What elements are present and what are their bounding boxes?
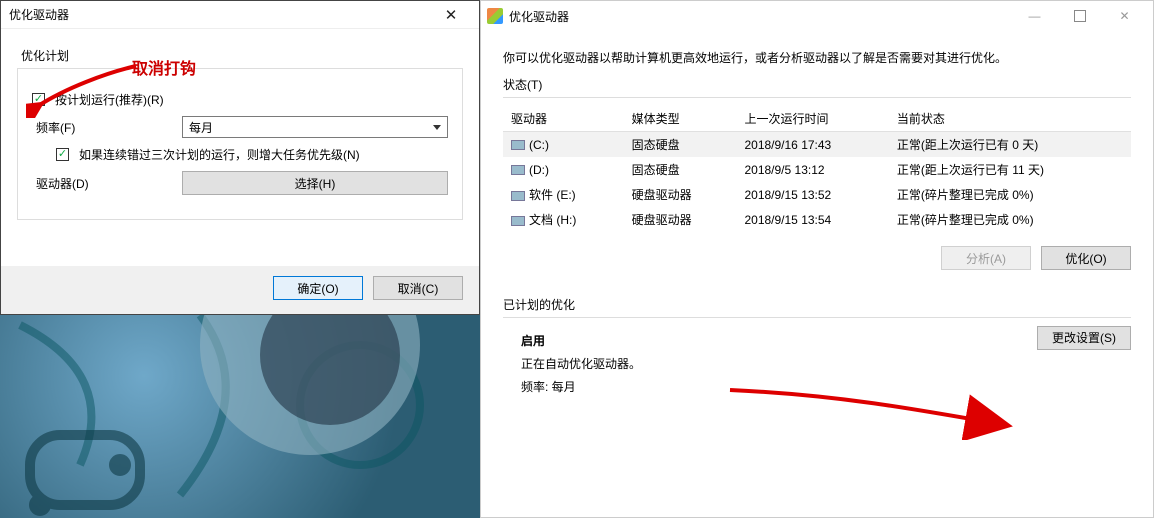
table-row[interactable]: 软件 (E:)硬盘驱动器2018/9/15 13:52正常(碎片整理已完成 0%… xyxy=(503,182,1131,207)
status-cell: 正常(距上次运行已有 0 天) xyxy=(889,132,1131,158)
last-cell: 2018/9/16 17:43 xyxy=(736,132,888,158)
increase-priority-checkbox[interactable] xyxy=(56,148,69,161)
minimize-button[interactable]: — xyxy=(1012,1,1057,31)
optimize-plan-group: 按计划运行(推荐)(R) 频率(F) 每月 如果连续错过三次计划的运行，则增大任… xyxy=(17,68,463,220)
change-settings-button[interactable]: 更改设置(S) xyxy=(1037,326,1131,350)
divider xyxy=(503,97,1131,98)
drive-cell: (D:) xyxy=(503,157,624,182)
cancel-button[interactable]: 取消(C) xyxy=(373,276,463,300)
last-cell: 2018/9/15 13:54 xyxy=(736,207,888,232)
status-cell: 正常(碎片整理已完成 0%) xyxy=(889,182,1131,207)
table-row[interactable]: 文档 (H:)硬盘驱动器2018/9/15 13:54正常(碎片整理已完成 0%… xyxy=(503,207,1131,232)
desktop-background xyxy=(0,315,480,518)
status-cell: 正常(碎片整理已完成 0%) xyxy=(889,207,1131,232)
optimize-plan-group-label: 优化计划 xyxy=(21,47,463,64)
media-cell: 硬盘驱动器 xyxy=(624,182,737,207)
maximize-button[interactable] xyxy=(1057,1,1102,31)
media-cell: 固态硬盘 xyxy=(624,157,737,182)
close-button[interactable]: ✕ xyxy=(1102,1,1147,31)
description-text: 你可以优化驱动器以帮助计算机更高效地运行，或者分析驱动器以了解是否需要对其进行优… xyxy=(481,31,1153,76)
run-on-schedule-checkbox[interactable] xyxy=(32,93,45,106)
media-cell: 硬盘驱动器 xyxy=(624,207,737,232)
divider xyxy=(503,317,1131,318)
frequency-select[interactable]: 每月 xyxy=(182,116,448,138)
sched-enabled-label: 启用 xyxy=(521,330,1113,353)
increase-priority-label[interactable]: 如果连续错过三次计划的运行，则增大任务优先级(N) xyxy=(79,146,360,163)
app-icon xyxy=(487,8,503,24)
table-header-row[interactable]: 驱动器 媒体类型 上一次运行时间 当前状态 xyxy=(503,106,1131,132)
drive-cell: 软件 (E:) xyxy=(503,182,624,207)
drives-label: 驱动器(D) xyxy=(32,175,172,192)
frequency-label: 频率(F) xyxy=(32,119,172,136)
main-window-title: 优化驱动器 xyxy=(509,8,569,25)
chevron-down-icon xyxy=(433,125,441,130)
dialog-close-button[interactable]: ✕ xyxy=(431,6,471,24)
last-cell: 2018/9/5 13:12 xyxy=(736,157,888,182)
status-header: 状态(T) xyxy=(481,76,1153,97)
choose-drives-button[interactable]: 选择(H) xyxy=(182,171,448,195)
sched-status-line1: 正在自动优化驱动器。 xyxy=(521,353,1113,376)
optimize-drives-window: 优化驱动器 — ✕ 你可以优化驱动器以帮助计算机更高效地运行，或者分析驱动器以了… xyxy=(480,0,1154,518)
col-status[interactable]: 当前状态 xyxy=(889,106,1131,132)
ok-button[interactable]: 确定(O) xyxy=(273,276,363,300)
table-row[interactable]: (C:)固态硬盘2018/9/16 17:43正常(距上次运行已有 0 天) xyxy=(503,132,1131,158)
drive-icon xyxy=(511,140,525,150)
schedule-settings-dialog: 优化驱动器 ✕ 优化计划 按计划运行(推荐)(R) 频率(F) 每月 如果连续错… xyxy=(0,0,480,315)
drive-icon xyxy=(511,216,525,226)
sched-status-line2: 频率: 每月 xyxy=(521,376,1113,399)
col-media[interactable]: 媒体类型 xyxy=(624,106,737,132)
drive-cell: 文档 (H:) xyxy=(503,207,624,232)
dialog-titlebar[interactable]: 优化驱动器 ✕ xyxy=(1,1,479,29)
drive-cell: (C:) xyxy=(503,132,624,158)
last-cell: 2018/9/15 13:52 xyxy=(736,182,888,207)
col-drive[interactable]: 驱动器 xyxy=(503,106,624,132)
status-cell: 正常(距上次运行已有 11 天) xyxy=(889,157,1131,182)
dialog-footer: 确定(O) 取消(C) xyxy=(1,266,479,314)
drive-icon xyxy=(511,165,525,175)
dialog-title: 优化驱动器 xyxy=(9,6,69,23)
drives-table[interactable]: 驱动器 媒体类型 上一次运行时间 当前状态 (C:)固态硬盘2018/9/16 … xyxy=(503,106,1131,232)
drive-icon xyxy=(511,191,525,201)
frequency-value: 每月 xyxy=(189,119,213,136)
optimize-button[interactable]: 优化(O) xyxy=(1041,246,1131,270)
col-last[interactable]: 上一次运行时间 xyxy=(736,106,888,132)
main-titlebar[interactable]: 优化驱动器 — ✕ xyxy=(481,1,1153,31)
analyze-button: 分析(A) xyxy=(941,246,1031,270)
scheduled-header: 已计划的优化 xyxy=(481,276,1153,317)
run-on-schedule-label[interactable]: 按计划运行(推荐)(R) xyxy=(55,91,164,108)
media-cell: 固态硬盘 xyxy=(624,132,737,158)
table-row[interactable]: (D:)固态硬盘2018/9/5 13:12正常(距上次运行已有 11 天) xyxy=(503,157,1131,182)
